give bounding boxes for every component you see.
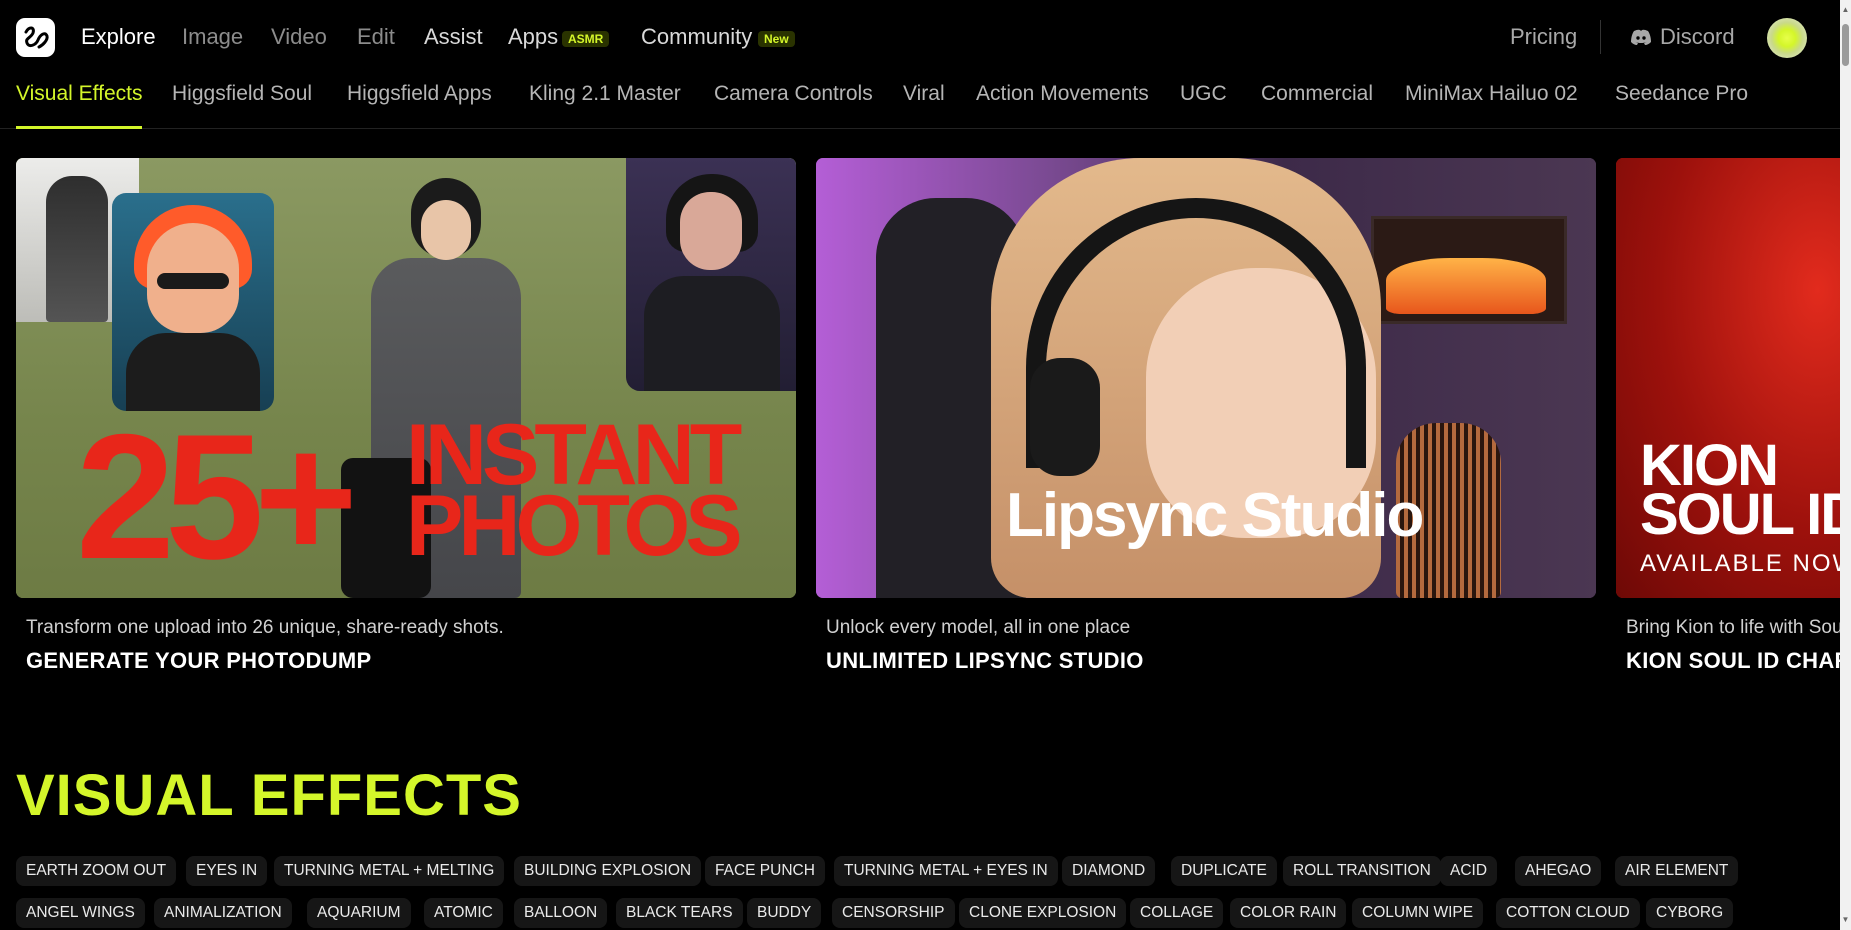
asmr-badge: ASMR	[562, 31, 610, 47]
tab-action-movements[interactable]: Action Movements	[976, 82, 1149, 128]
effect-chip[interactable]: BUILDING EXPLOSION	[514, 856, 702, 886]
tab-higgsfield-soul[interactable]: Higgsfield Soul	[172, 82, 312, 128]
effect-chip[interactable]: DIAMOND	[1062, 856, 1156, 886]
tab-minimax-hailuo-02[interactable]: MiniMax Hailuo 02	[1405, 82, 1578, 128]
nav-image[interactable]: Image	[182, 24, 243, 50]
effect-chip[interactable]: COLUMN WIPE	[1352, 898, 1484, 928]
effect-chip[interactable]: CENSORSHIP	[832, 898, 955, 928]
nav-explore[interactable]: Explore	[81, 24, 156, 50]
section-title: VISUAL EFFECTS	[16, 763, 522, 828]
poster-tagline: AVAILABLE NOW	[1640, 550, 1840, 577]
nav-divider	[1600, 20, 1601, 54]
effect-chip[interactable]: CLONE EXPLOSION	[959, 898, 1127, 928]
effect-chip[interactable]: EARTH ZOOM OUT	[16, 856, 177, 886]
poster-headline-text: Lipsync Studio	[1006, 481, 1424, 550]
tab-higgsfield-apps[interactable]: Higgsfield Apps	[347, 82, 492, 128]
nav-assist[interactable]: Assist	[424, 24, 483, 50]
effect-chip[interactable]: ATOMIC	[424, 898, 503, 928]
effect-chip[interactable]: BUDDY	[747, 898, 822, 928]
nav-apps[interactable]: Apps	[508, 24, 558, 50]
tab-ugc[interactable]: UGC	[1180, 82, 1227, 128]
tab-commercial[interactable]: Commercial	[1261, 82, 1373, 128]
photodump-card[interactable]: 25+ INSTANT PHOTOS	[16, 158, 796, 598]
headphone-cup	[1030, 358, 1100, 476]
effect-chip[interactable]: AIR ELEMENT	[1615, 856, 1739, 886]
vertical-scrollbar[interactable]	[1840, 0, 1851, 930]
effect-chip[interactable]: AQUARIUM	[307, 898, 411, 928]
tab-visual-effects[interactable]: Visual Effects	[16, 82, 142, 128]
effect-chip[interactable]: TURNING METAL + EYES IN	[834, 856, 1058, 886]
night-portrait-thumbnail	[626, 158, 796, 391]
category-tabs: Visual Effects Higgsfield Soul Higgsfiel…	[0, 76, 1840, 129]
nav-community[interactable]: Community	[641, 24, 752, 50]
tab-viral[interactable]: Viral	[903, 82, 945, 128]
nav-discord[interactable]: Discord	[1660, 24, 1735, 50]
effect-chip[interactable]: DUPLICATE	[1171, 856, 1277, 886]
effect-chip[interactable]: TURNING METAL + MELTING	[274, 856, 505, 886]
tab-seedance-pro[interactable]: Seedance Pro	[1615, 82, 1748, 128]
effect-chip[interactable]: ROLL TRANSITION	[1283, 856, 1441, 886]
card-title[interactable]: GENERATE YOUR PHOTODUMP	[26, 648, 372, 674]
effect-chip[interactable]: CYBORG	[1646, 898, 1734, 928]
avatar[interactable]	[1767, 18, 1807, 58]
portrait-thumbnail	[112, 193, 274, 411]
new-badge: New	[758, 31, 795, 47]
effect-chip[interactable]: ANGEL WINGS	[16, 898, 145, 928]
scroll-down-arrow-icon[interactable]: ▼	[1841, 914, 1850, 926]
top-nav: Explore Image Video Edit Assist Apps ASM…	[0, 0, 1840, 76]
higgsfield-logo-icon[interactable]	[16, 18, 55, 57]
discord-icon[interactable]	[1630, 26, 1652, 52]
card-subtitle: Unlock every model, all in one place	[826, 617, 1131, 638]
effect-chip[interactable]: BALLOON	[514, 898, 608, 928]
nav-pricing[interactable]: Pricing	[1510, 24, 1577, 50]
kion-soul-id-card[interactable]: KION SOUL ID AVAILABLE NOW	[1616, 158, 1840, 598]
nav-video[interactable]: Video	[271, 24, 327, 50]
card-subtitle: Transform one upload into 26 unique, sha…	[26, 617, 504, 638]
poster-headline-number: 25+	[76, 397, 358, 596]
effect-chip[interactable]: FACE PUNCH	[705, 856, 825, 886]
effect-chip[interactable]: AHEGAO	[1515, 856, 1602, 886]
poster-headline-text: INSTANT PHOTOS	[406, 407, 743, 574]
active-tab-indicator	[16, 126, 142, 129]
scroll-up-arrow-icon[interactable]: ▲	[1841, 4, 1850, 16]
effect-chip[interactable]: BLACK TEARS	[616, 898, 743, 928]
effect-chip[interactable]: EYES IN	[186, 856, 268, 886]
fire-flame	[1386, 258, 1546, 314]
poster-headline-text: KION SOUL ID	[1640, 433, 1840, 548]
effect-chip[interactable]: COLLAGE	[1130, 898, 1224, 928]
card-subtitle: Bring Kion to life with Sou	[1626, 617, 1840, 638]
effect-chip[interactable]: COLOR RAIN	[1230, 898, 1347, 928]
tab-camera-controls[interactable]: Camera Controls	[714, 82, 873, 128]
effect-chip[interactable]: COTTON CLOUD	[1496, 898, 1640, 928]
tab-kling-2-1-master[interactable]: Kling 2.1 Master	[529, 82, 681, 128]
scrollbar-thumb[interactable]	[1842, 24, 1849, 66]
card-title[interactable]: UNLIMITED LIPSYNC STUDIO	[826, 648, 1144, 674]
lipsync-card[interactable]: Lipsync Studio	[816, 158, 1596, 598]
card-title[interactable]: KION SOUL ID CHARA	[1626, 648, 1840, 674]
effect-chip[interactable]: ACID	[1440, 856, 1498, 886]
effect-chip[interactable]: ANIMALIZATION	[154, 898, 292, 928]
nav-edit[interactable]: Edit	[357, 24, 395, 50]
